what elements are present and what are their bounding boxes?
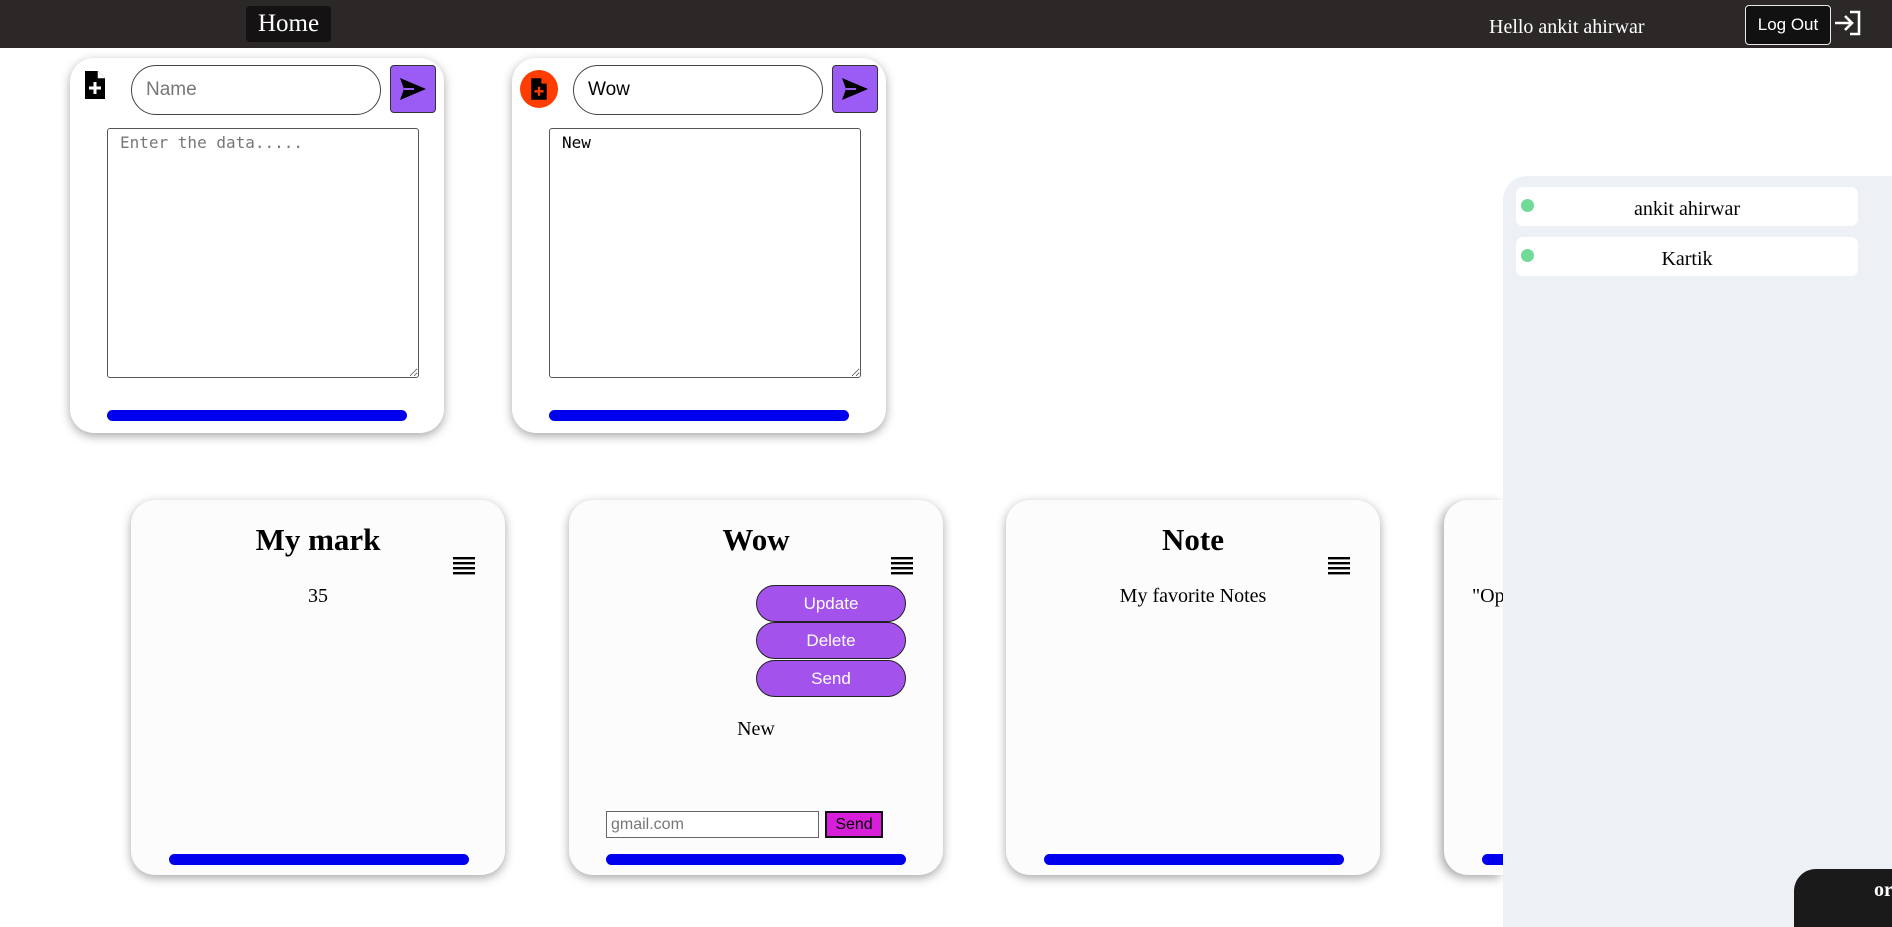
note-card: Wow Update Delete Send New Send [569,500,943,875]
top-navbar: Home Hello ankit ahirwar Log Out [0,0,1892,48]
submit-note-button[interactable] [390,65,436,113]
sign-in-icon[interactable] [1833,9,1863,37]
note-data-textarea[interactable]: New [549,128,861,378]
user-greeting: Hello ankit ahirwar [1489,16,1645,38]
note-content: 35 [308,585,328,607]
email-send-button[interactable]: Send [825,811,883,838]
progress-bar [606,854,906,865]
note-card: Note My favorite Notes [1006,500,1380,875]
progress-bar [107,410,407,421]
menu-icon[interactable] [453,556,475,576]
recording-indicator[interactable] [520,70,558,108]
send-icon [400,78,426,100]
home-link[interactable]: Home [246,6,331,42]
submit-note-button[interactable] [832,65,878,113]
update-button[interactable]: Update [756,585,906,622]
file-plus-icon [531,78,547,100]
menu-icon[interactable] [891,556,913,576]
chat-toggle-button[interactable]: or [1794,869,1892,927]
file-plus-icon[interactable] [82,70,108,100]
note-content: My favorite Notes [1119,585,1267,607]
note-name-input[interactable] [131,65,381,115]
delete-button[interactable]: Delete [756,622,906,659]
chat-toggle-label: or [1874,879,1892,901]
note-card: My mark 35 [131,500,505,875]
user-name: ankit ahirwar [1633,198,1741,220]
progress-bar [1482,854,1503,865]
note-card: "Op [1444,500,1505,875]
note-editor-card [70,58,444,433]
note-title: My mark [255,522,381,557]
user-name: Kartik [1661,248,1713,270]
progress-bar [169,854,469,865]
send-icon [842,78,868,100]
note-content: "Op [1472,585,1505,607]
note-title: Wow [722,522,790,557]
note-content: New [737,718,775,740]
online-users-panel: ankit ahirwar Kartik [1503,176,1892,927]
user-list-item[interactable]: ankit ahirwar [1516,187,1858,226]
menu-icon[interactable] [1328,556,1350,576]
user-list-item[interactable]: Kartik [1516,237,1858,276]
note-editor-card: New [512,58,886,433]
send-button[interactable]: Send [756,660,906,697]
note-title: Note [1162,522,1224,557]
note-name-input[interactable] [573,65,823,115]
progress-bar [1044,854,1344,865]
logout-button[interactable]: Log Out [1745,5,1831,45]
email-input[interactable] [606,811,819,838]
progress-bar [549,410,849,421]
note-data-textarea[interactable] [107,128,419,378]
